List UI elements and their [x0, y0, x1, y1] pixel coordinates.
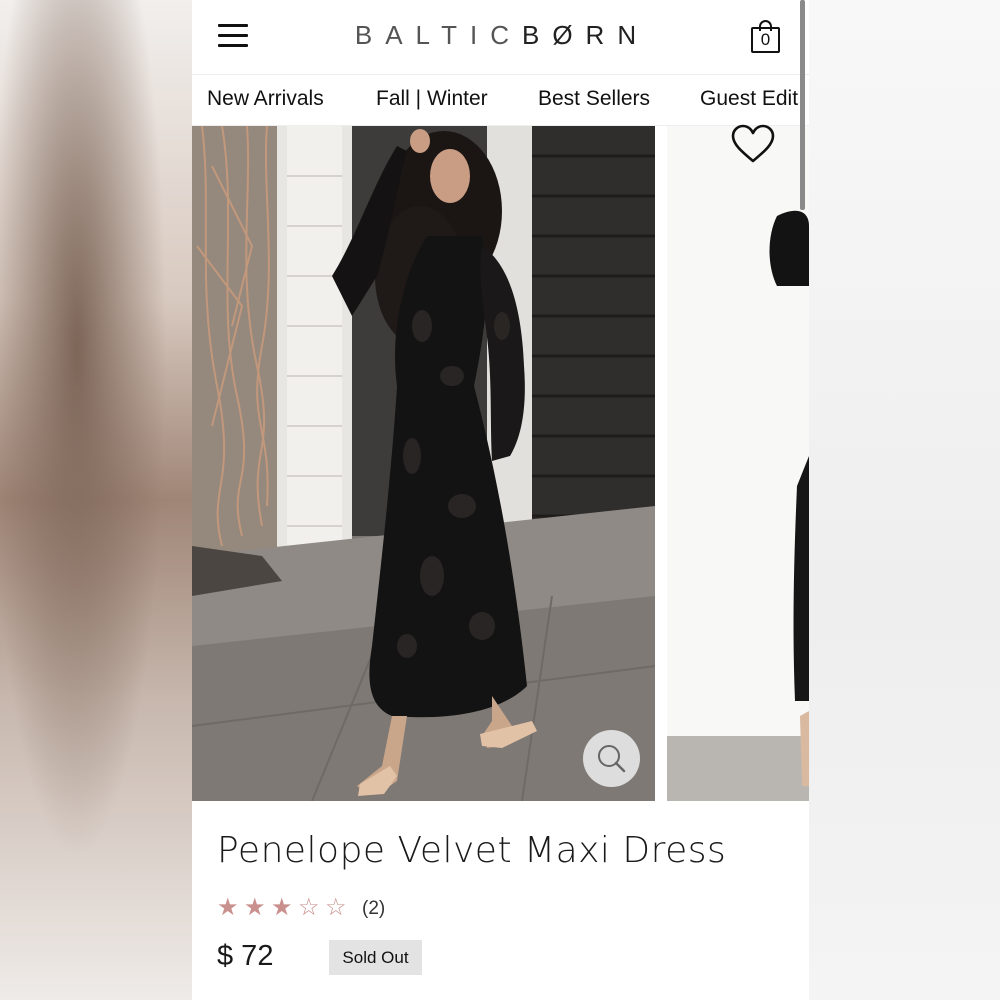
star-filled-icon: ★	[271, 894, 293, 921]
magnifier-icon	[598, 745, 626, 773]
heart-icon[interactable]	[731, 124, 775, 164]
scrollbar[interactable]	[800, 0, 805, 210]
product-page: BALTICBØRN 0 New Arrivals Fall | Winter …	[192, 0, 809, 1000]
product-image-secondary[interactable]	[667, 126, 809, 801]
review-count[interactable]: (2)	[362, 898, 385, 920]
product-price: $ 72	[217, 940, 274, 972]
site-logo[interactable]: BALTICBØRN	[347, 20, 657, 51]
logo-text-born: BØRN	[521, 20, 650, 50]
nav-item-new-arrivals[interactable]: New Arrivals	[207, 87, 324, 111]
background-right	[809, 0, 1000, 1000]
star-empty-icon: ☆	[298, 894, 320, 921]
category-nav: New Arrivals Fall | Winter Best Sellers …	[192, 76, 809, 126]
nav-item-guest-edit[interactable]: Guest Edit	[700, 87, 798, 111]
star-empty-icon: ☆	[325, 894, 347, 921]
logo-text-baltic: BALTIC	[354, 20, 522, 50]
nav-item-fall-winter[interactable]: Fall | Winter	[376, 87, 488, 111]
shopping-bag-icon[interactable]: 0	[751, 20, 781, 54]
sold-out-badge: Sold Out	[329, 940, 422, 975]
product-title: Penelope Velvet Maxi Dress	[217, 830, 727, 871]
hamburger-menu-icon[interactable]	[218, 24, 248, 48]
star-filled-icon: ★	[244, 894, 266, 921]
site-header: BALTICBØRN 0	[192, 0, 809, 75]
rating-stars[interactable]: ★ ★ ★ ☆ ☆	[217, 893, 352, 923]
nav-item-best-sellers[interactable]: Best Sellers	[538, 87, 650, 111]
product-image-main[interactable]	[192, 126, 655, 801]
zoom-button[interactable]	[583, 730, 640, 787]
star-filled-icon: ★	[217, 894, 239, 921]
background-left	[0, 0, 192, 1000]
cart-count: 0	[760, 30, 771, 49]
